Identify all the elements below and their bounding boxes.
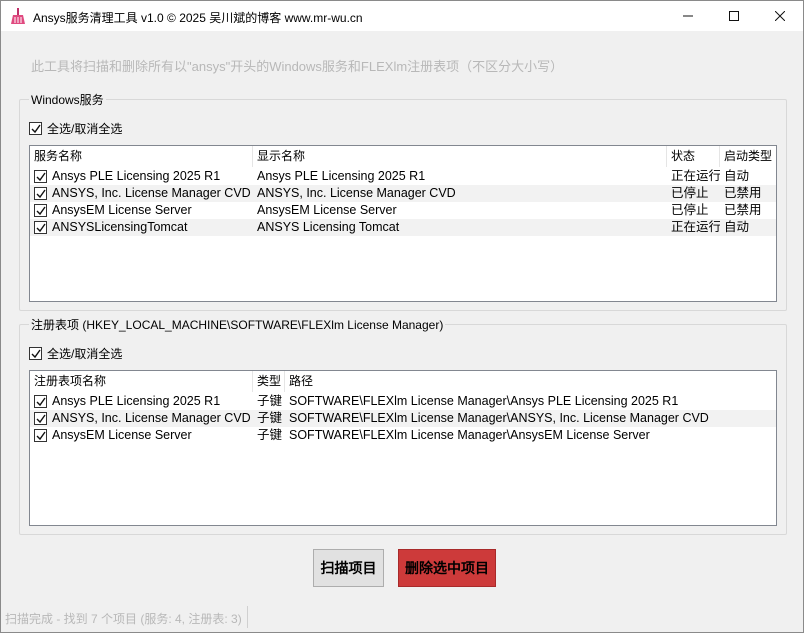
table-row[interactable]: AnsysEM License Server 子键 SOFTWARE\FLEXlm … <box>30 427 776 444</box>
row-checkbox[interactable] <box>34 187 47 200</box>
status-text: 扫描完成 - 找到 7 个项目 (服务: 4, 注册表: 3) <box>5 612 242 626</box>
services-list[interactable]: 服务名称 显示名称 状态 启动类型 Ansys PLE Licensing 20… <box>29 145 777 302</box>
cell-service-name: ANSYS, Inc. License Manager CVD <box>30 185 253 202</box>
close-icon <box>775 11 785 21</box>
checkmark-icon <box>36 172 46 181</box>
cell-registry-name: AnsysEM License Server <box>30 427 253 444</box>
maximize-button[interactable] <box>711 1 757 31</box>
cell-service-name: ANSYSLicensingTomcat <box>30 219 253 236</box>
checkmark-icon <box>36 189 46 198</box>
services-select-all-label: 全选/取消全选 <box>47 122 123 136</box>
column-header-path[interactable]: 路径 <box>285 371 776 392</box>
minimize-icon <box>683 15 693 17</box>
maximize-icon <box>729 11 739 21</box>
cell-startup-type: 自动 <box>724 220 750 234</box>
delete-selected-button[interactable]: 删除选中项目 <box>398 549 496 587</box>
row-checkbox[interactable] <box>34 412 47 425</box>
window-title: Ansys服务清理工具 v1.0 © 2025 吴川斌的博客 www.mr-wu… <box>33 11 363 25</box>
cell-status: 已停止 <box>671 203 709 217</box>
cell-registry-name: Ansys PLE Licensing 2025 R1 <box>30 393 253 410</box>
column-header-service-name[interactable]: 服务名称 <box>30 146 253 167</box>
cell-display-name: ANSYS, Inc. License Manager CVD <box>257 186 456 200</box>
scan-button[interactable]: 扫描项目 <box>313 549 384 587</box>
row-checkbox[interactable] <box>34 204 47 217</box>
checkmark-icon <box>31 124 41 133</box>
registry-select-all[interactable]: 全选/取消全选 <box>29 345 122 362</box>
cell-service-name: Ansys PLE Licensing 2025 R1 <box>30 168 253 185</box>
cell-type: 子键 <box>257 428 283 442</box>
checkmark-icon <box>36 206 46 215</box>
table-row[interactable]: Ansys PLE Licensing 2025 R1 子键 SOFTWARE\FL… <box>30 393 776 410</box>
cell-startup-type: 已禁用 <box>724 186 762 200</box>
table-row[interactable]: ANSYS, Inc. License Manager CVD ANSYS, In… <box>30 185 776 202</box>
title-bar[interactable]: Ansys服务清理工具 v1.0 © 2025 吴川斌的博客 www.mr-wu… <box>1 1 803 31</box>
column-header-status[interactable]: 状态 <box>667 146 720 167</box>
cell-display-name: AnsysEM License Server <box>257 203 397 217</box>
description-text: 此工具将扫描和删除所有以"ansys"开头的Windows服务和FLEXlm注册… <box>31 59 564 74</box>
registry-group-title: 注册表项 (HKEY_LOCAL_MACHINE\SOFTWARE\FLEXlm… <box>29 316 446 333</box>
cell-startup-type: 自动 <box>724 169 750 183</box>
checkmark-icon <box>36 431 46 440</box>
app-window: Ansys服务清理工具 v1.0 © 2025 吴川斌的博客 www.mr-wu… <box>0 0 804 633</box>
cell-status: 正在运行 <box>671 169 720 183</box>
registry-select-all-label: 全选/取消全选 <box>47 347 123 361</box>
status-divider <box>247 606 248 628</box>
cell-startup-type: 已禁用 <box>724 203 762 217</box>
cell-status: 已停止 <box>671 186 709 200</box>
checkbox[interactable] <box>29 347 42 360</box>
close-button[interactable] <box>757 1 803 31</box>
column-header-type[interactable]: 类型 <box>253 371 285 392</box>
table-row[interactable]: AnsysEM License Server AnsysEM License Se… <box>30 202 776 219</box>
checkmark-icon <box>36 223 46 232</box>
broom-icon <box>11 8 25 24</box>
services-list-header: 服务名称 显示名称 状态 启动类型 <box>30 146 776 167</box>
row-checkbox[interactable] <box>34 429 47 442</box>
table-row[interactable]: ANSYS, Inc. License Manager CVD 子键 SOFTWAR… <box>30 410 776 427</box>
cell-service-name: AnsysEM License Server <box>30 202 253 219</box>
table-row[interactable]: ANSYSLicensingTomcat ANSYS Licensing Tomc… <box>30 219 776 236</box>
row-checkbox[interactable] <box>34 221 47 234</box>
checkmark-icon <box>36 397 46 406</box>
table-row[interactable]: Ansys PLE Licensing 2025 R1 Ansys PLE Lic… <box>30 168 776 185</box>
row-checkbox[interactable] <box>34 395 47 408</box>
cell-path: SOFTWARE\FLEXlm License Manager\ANSYS, I… <box>289 411 709 425</box>
cell-status: 正在运行 <box>671 220 720 234</box>
cell-registry-name: ANSYS, Inc. License Manager CVD <box>30 410 253 427</box>
checkmark-icon <box>36 414 46 423</box>
column-header-startup-type[interactable]: 启动类型 <box>720 146 776 167</box>
services-group-title: Windows服务 <box>29 91 106 108</box>
cell-path: SOFTWARE\FLEXlm License Manager\AnsysEM … <box>289 428 650 442</box>
services-select-all[interactable]: 全选/取消全选 <box>29 120 122 137</box>
checkbox[interactable] <box>29 122 42 135</box>
cell-type: 子键 <box>257 394 283 408</box>
checkmark-icon <box>31 349 41 358</box>
cell-path: SOFTWARE\FLEXlm License Manager\Ansys PL… <box>289 394 679 408</box>
registry-list[interactable]: 注册表项名称 类型 路径 Ansys PLE Licensing 2025 R1… <box>29 370 777 526</box>
minimize-button[interactable] <box>665 1 711 31</box>
cell-type: 子键 <box>257 411 283 425</box>
row-checkbox[interactable] <box>34 170 47 183</box>
registry-list-header: 注册表项名称 类型 路径 <box>30 371 776 392</box>
cell-display-name: ANSYS Licensing Tomcat <box>257 220 400 234</box>
cell-display-name: Ansys PLE Licensing 2025 R1 <box>257 169 426 183</box>
column-header-display-name[interactable]: 显示名称 <box>253 146 667 167</box>
column-header-registry-name[interactable]: 注册表项名称 <box>30 371 253 392</box>
